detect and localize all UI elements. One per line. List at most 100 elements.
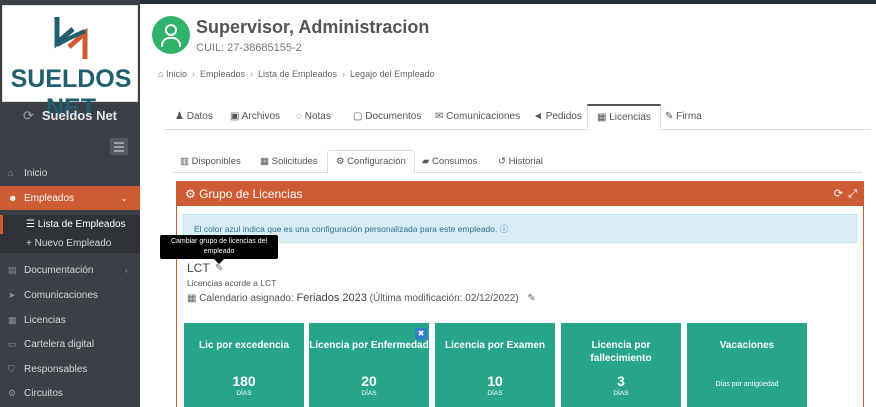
question-icon[interactable]: ⓘ [500, 224, 509, 234]
sidebar-item-label: Documentación [24, 265, 94, 276]
license-card[interactable]: Vacaciones Días por antigüedad [687, 323, 807, 407]
sidebar-item-responsables[interactable]: ⛉ Responsables [0, 357, 140, 381]
license-card[interactable]: Licencia por Examen 10 DÍAS [435, 323, 555, 407]
gear-icon: ⚙ [336, 156, 348, 167]
tab-datos[interactable]: ♟ Datos [166, 104, 222, 130]
send-icon: ➤ [8, 290, 16, 300]
home-icon: ⌂ [8, 168, 14, 178]
tab-label: Datos [186, 111, 213, 122]
tab-licencias[interactable]: ▦ Licencias [587, 104, 661, 130]
sidebar-subitem-label: Lista de Empleados [37, 219, 126, 230]
sidebar-item-label: Comunicaciones [24, 290, 98, 301]
group-code: LCT [187, 261, 210, 275]
brand-label: Sueldos Net [41, 108, 118, 123]
calendar-value: Feriados 2023 [296, 292, 367, 304]
card-value: 180 [232, 373, 256, 389]
sidebar-item-licencias[interactable]: ▦ Licencias [0, 308, 140, 332]
menu-toggle-button[interactable] [110, 138, 128, 155]
edit-group-icon[interactable]: ✎ [215, 263, 223, 274]
refresh-icon[interactable]: ⟳ [23, 108, 34, 124]
chevron-left-icon: ‹ [125, 265, 128, 275]
list-icon: ☰ [26, 219, 38, 230]
info-text: El color azul indica que es una configur… [194, 224, 498, 234]
history-icon: ↺ [498, 156, 509, 167]
tab-label: Documentos [365, 111, 422, 122]
tooltip: Cambiar grupo de licencias del empleado [160, 235, 278, 264]
calendar-icon: ▦ [187, 293, 197, 304]
subtab-solicitudes[interactable]: ▦ Solicitudes [252, 150, 326, 173]
card-title: Vacaciones [719, 340, 775, 351]
sidebar-item-label: Cartelera digital [24, 339, 95, 350]
sidebar-subitem-lista-empleados[interactable]: ☰ Lista de Empleados [0, 215, 140, 234]
brand[interactable]: ⟳ Sueldos Net [0, 108, 140, 124]
sidebar-subitem-nuevo-empleado[interactable]: + Nuevo Empleado [0, 234, 140, 253]
sidebar-item-label: Empleados [24, 193, 75, 204]
license-subtabs: ▥ Disponibles ▦ Solicitudes ⚙ Configurac… [172, 150, 862, 173]
user-icon: ♟ [175, 111, 187, 122]
license-card[interactable]: ✖ Licencia por Enfermedad 20 DÍAS [309, 323, 429, 407]
panel-header: ⚙ Grupo de Licencias ⟳ ⤢ [177, 182, 863, 206]
refresh-icon[interactable]: ⟳ [834, 182, 843, 206]
breadcrumb-item[interactable]: Inicio [166, 69, 187, 79]
group-description: Licencias acorde a LCT [187, 278, 277, 288]
card-value: 3 [617, 373, 625, 389]
sidebar-item-circuitos[interactable]: ⚙ Circuitos [0, 381, 140, 405]
calendar-icon: ▦ [260, 156, 272, 167]
breadcrumb: ⌂ Inicio › Empleados › Lista de Empleados › Le… [158, 69, 435, 79]
edit-icon: ✎ [665, 111, 677, 122]
breadcrumb-item[interactable]: Lista de Empleados [258, 69, 337, 79]
sidebar-item-documentacion[interactable]: ▤ Documentación ‹ [0, 258, 140, 282]
tab-label: Pedidos [545, 111, 582, 122]
card-title: Licencia por Examen [444, 340, 546, 351]
bullhorn-icon: ◄ [533, 111, 546, 122]
top-bar [140, 0, 876, 4]
subtab-configuracion[interactable]: ⚙ Configuración [327, 150, 415, 173]
sidebar-item-cartelera[interactable]: ▭ Cartelera digital [0, 332, 140, 356]
edit-calendar-icon[interactable]: ✎ [527, 293, 535, 304]
subtab-label: Disponibles [191, 156, 241, 167]
sidebar-item-comunicaciones[interactable]: ➤ Comunicaciones [0, 283, 140, 307]
circuit-icon: ⚙ [8, 388, 17, 398]
avatar [152, 16, 190, 54]
employee-name: Supervisor, Administracion [196, 17, 430, 37]
sidebar-subitem-label: Nuevo Empleado [34, 238, 112, 249]
tab-pedidos[interactable]: ◄ Pedidos [524, 104, 591, 130]
tab-firma[interactable]: ✎ Firma [656, 104, 711, 130]
breadcrumb-item[interactable]: Empleados [200, 69, 245, 79]
book-icon: ▰ [422, 156, 432, 167]
subtab-historial[interactable]: ↺ Historial [490, 150, 551, 173]
tab-archivos[interactable]: ▣ Archivos [221, 104, 289, 130]
tab-notas[interactable]: ◌ Notas [287, 104, 340, 130]
sidebar: SUELDOS NET ⟳ Sueldos Net ⌂ Inicio ☻ Emplea… [0, 0, 140, 407]
employee-cuil: CUIL: 27-38685155-2 [196, 42, 302, 54]
copy-icon: ▢ [353, 111, 366, 122]
card-title: Licencia por Enfermedad [309, 340, 429, 351]
main-tabs: ♟ Datos ▣ Archivos ◌ Notas ▢ Documentos … [164, 104, 870, 130]
license-card[interactable]: Licencia por fallecimiento 3 DÍAS [561, 323, 681, 407]
chevron-down-icon: ⌄ [120, 193, 128, 203]
sidebar-item-inicio[interactable]: ⌂ Inicio [0, 161, 140, 185]
subtab-label: Consumos [431, 156, 478, 167]
info-alert: El color azul indica que es una configur… [183, 214, 857, 243]
sidebar-item-empleados[interactable]: ☻ Empleados ⌄ [0, 186, 140, 210]
license-card[interactable]: Lic por excedencia 180 DÍAS [184, 323, 304, 407]
tab-comunicaciones[interactable]: ✉ Comunicaciones [426, 104, 529, 130]
envelope-icon: ✉ [435, 111, 447, 122]
expand-icon[interactable]: ⤢ [848, 182, 857, 206]
bar-chart-icon: ▥ [180, 156, 192, 167]
card-value: 10 [487, 373, 503, 389]
subtab-label: Historial [508, 156, 543, 167]
card-description: Días por antigüedad [715, 381, 779, 388]
logo-mark-icon [54, 17, 88, 59]
card-value: 20 [361, 373, 377, 389]
tab-label: Notas [304, 111, 331, 122]
tab-label: Archivos [241, 111, 281, 122]
tab-documentos[interactable]: ▢ Documentos [344, 104, 430, 130]
subtab-disponibles[interactable]: ▥ Disponibles [172, 150, 249, 173]
card-unit: DÍAS [236, 390, 252, 397]
card-title: Lic por excedencia [198, 340, 290, 351]
plus-icon: + [26, 238, 35, 249]
subtab-consumos[interactable]: ▰ Consumos [414, 150, 485, 173]
card-title: Licencia por fallecimiento [590, 340, 652, 364]
tab-label: Firma [676, 111, 702, 122]
